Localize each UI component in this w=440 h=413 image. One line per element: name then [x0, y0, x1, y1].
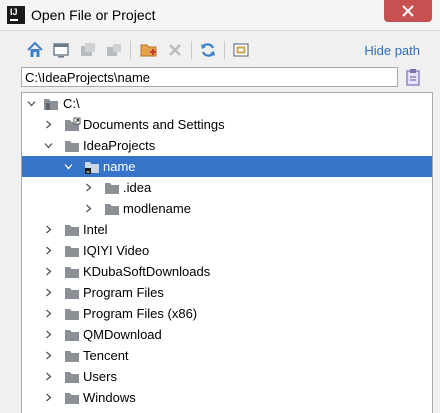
desktop-icon[interactable]	[52, 41, 70, 59]
folder-icon	[65, 393, 79, 404]
folder-icon	[65, 372, 79, 383]
chevron-right-icon[interactable]	[84, 204, 93, 213]
chevron-right-icon[interactable]	[44, 225, 53, 234]
folder-icon	[65, 141, 79, 152]
tree-row-kdubasoftdownloads[interactable]: KDubaSoftDownloads	[22, 261, 432, 282]
tree-row-label: name	[103, 159, 136, 174]
tree-row-ideaprojects[interactable]: IdeaProjects	[22, 135, 432, 156]
folder-shortcut-icon	[65, 117, 81, 131]
folder-icon	[65, 330, 79, 341]
tree-row-label: QMDownload	[83, 327, 162, 342]
chevron-right-icon[interactable]	[44, 309, 53, 318]
tree-row-windows[interactable]: Windows	[22, 387, 432, 408]
toolbar-separator	[130, 41, 131, 59]
toolbar: Hide path	[0, 31, 440, 69]
tree-row-qmdownload[interactable]: QMDownload	[22, 324, 432, 345]
tree-row-label: IQIYI Video	[83, 243, 150, 258]
show-hidden-icon[interactable]	[232, 41, 250, 59]
file-tree[interactable]: C:\ Documents and Settings IdeaProjects	[21, 92, 433, 413]
tree-row-label: Program Files	[83, 285, 164, 300]
home-icon[interactable]	[26, 41, 44, 59]
tree-row-label: modlename	[123, 201, 191, 216]
tree-row-intel[interactable]: Intel	[22, 219, 432, 240]
module-icon[interactable]	[105, 41, 123, 59]
tree-row-tencent[interactable]: Tencent	[22, 345, 432, 366]
intellij-app-icon: IJ	[7, 6, 25, 24]
chevron-right-icon[interactable]	[44, 372, 53, 381]
chevron-right-icon[interactable]	[44, 246, 53, 255]
tree-row-label: C:\	[63, 96, 80, 111]
tree-row-label: Program Files (x86)	[83, 306, 198, 321]
tree-row-modlename[interactable]: modlename	[22, 198, 432, 219]
folder-icon	[105, 183, 119, 194]
tree-row-name[interactable]: name	[22, 156, 432, 177]
tree-row-label: Tencent	[83, 348, 129, 363]
chevron-right-icon[interactable]	[44, 330, 53, 339]
tree-row-label: Users	[83, 369, 117, 384]
tree-row-program-files[interactable]: Program Files	[22, 282, 432, 303]
toolbar-separator	[191, 41, 192, 59]
tree-row-program-files-x86[interactable]: Program Files (x86)	[22, 303, 432, 324]
folder-icon	[65, 351, 79, 362]
tree-row-label: Intel	[83, 222, 108, 237]
folder-icon	[65, 225, 79, 236]
close-button[interactable]	[384, 0, 432, 22]
tree-row-label: KDubaSoftDownloads	[83, 264, 211, 279]
tree-row-label: .idea	[123, 180, 152, 195]
tree-row-idea[interactable]: .idea	[22, 177, 432, 198]
tree-row-drive-c[interactable]: C:\	[22, 93, 432, 114]
tree-row-documents-and-settings[interactable]: Documents and Settings	[22, 114, 432, 135]
folder-icon	[65, 288, 79, 299]
folder-icon	[65, 267, 79, 278]
chevron-right-icon[interactable]	[44, 120, 53, 129]
window-title: Open File or Project	[31, 7, 156, 23]
chevron-right-icon[interactable]	[44, 393, 53, 402]
module-folder-icon	[85, 162, 99, 174]
tree-row-iqiyi-video[interactable]: IQIYI Video	[22, 240, 432, 261]
new-folder-icon[interactable]	[140, 41, 158, 59]
tree-row-label: Windows	[83, 390, 136, 405]
tree-row-label: IdeaProjects	[83, 138, 156, 153]
refresh-icon[interactable]	[199, 41, 217, 59]
delete-icon[interactable]	[166, 41, 184, 59]
folder-icon	[65, 309, 79, 320]
tree-row-users[interactable]: Users	[22, 366, 432, 387]
chevron-right-icon[interactable]	[84, 183, 93, 192]
drive-icon	[44, 99, 58, 110]
folder-icon	[65, 246, 79, 257]
clipboard-icon[interactable]	[405, 67, 421, 87]
chevron-down-icon[interactable]	[27, 99, 36, 108]
close-icon	[402, 5, 414, 17]
project-icon[interactable]	[79, 41, 97, 59]
open-file-dialog: IJ Open File or Project Hide path C:\Ide…	[0, 0, 440, 413]
toolbar-separator	[224, 41, 225, 59]
chevron-right-icon[interactable]	[44, 288, 53, 297]
title-bar: IJ Open File or Project	[0, 0, 440, 31]
path-field[interactable]	[21, 67, 398, 87]
tree-row-label: Documents and Settings	[83, 117, 225, 132]
hide-path-link[interactable]: Hide path	[364, 43, 420, 58]
chevron-down-icon[interactable]	[64, 162, 73, 171]
folder-icon	[105, 204, 119, 215]
chevron-down-icon[interactable]	[44, 141, 53, 150]
chevron-right-icon[interactable]	[44, 267, 53, 276]
chevron-right-icon[interactable]	[44, 351, 53, 360]
